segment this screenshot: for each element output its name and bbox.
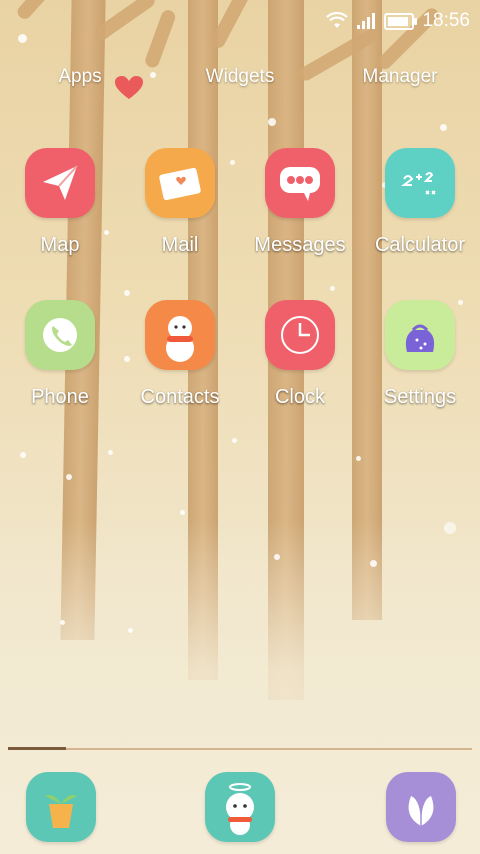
dock-app-plant[interactable] (26, 772, 96, 842)
chalkboard-icon (385, 148, 455, 218)
signal-icon (357, 13, 376, 29)
app-settings[interactable]: Settings (360, 300, 480, 409)
envelope-heart-icon (145, 148, 215, 218)
paper-plane-icon (25, 148, 95, 218)
status-bar: 18:56 (326, 8, 470, 34)
app-label: Settings (383, 386, 457, 408)
app-label: Map (40, 234, 80, 256)
clock-icon (265, 300, 335, 370)
app-label: Messages (254, 234, 346, 256)
home-screen: 18:56 Apps Widgets Manager Map Mail Mess… (0, 0, 480, 854)
battery-icon (384, 12, 418, 30)
leaf-icon (408, 796, 434, 826)
plant-pot-icon (45, 795, 77, 828)
app-mail[interactable]: Mail (120, 148, 240, 257)
app-label: Mail (161, 234, 199, 256)
app-clock[interactable]: Clock (240, 300, 360, 409)
app-map[interactable]: Map (0, 148, 120, 257)
app-label: Clock (274, 386, 325, 408)
dock-app-angel[interactable] (205, 772, 275, 842)
tab-apps[interactable]: Apps (58, 66, 101, 88)
tab-widgets[interactable]: Widgets (206, 66, 275, 88)
chat-bubble-icon (265, 148, 335, 218)
app-label: Contacts (140, 386, 220, 408)
app-phone[interactable]: Phone (0, 300, 120, 409)
dock-app-leaf[interactable] (386, 772, 456, 842)
angel-snowman-icon (226, 783, 254, 835)
phone-icon (25, 300, 95, 370)
app-label: Calculator (374, 234, 466, 256)
app-calculator[interactable]: Calculator (360, 148, 480, 257)
clock-time: 18:56 (422, 10, 470, 31)
heart-icon (115, 76, 143, 99)
page-indicator-active (8, 747, 66, 750)
app-label: Phone (31, 386, 89, 408)
gift-bag-icon (385, 300, 455, 370)
tab-manager[interactable]: Manager (363, 66, 438, 88)
app-messages[interactable]: Messages (240, 148, 360, 257)
snowman-icon (145, 300, 215, 370)
page-indicator (8, 747, 472, 750)
wifi-icon (326, 12, 349, 28)
app-contacts[interactable]: Contacts (120, 300, 240, 409)
